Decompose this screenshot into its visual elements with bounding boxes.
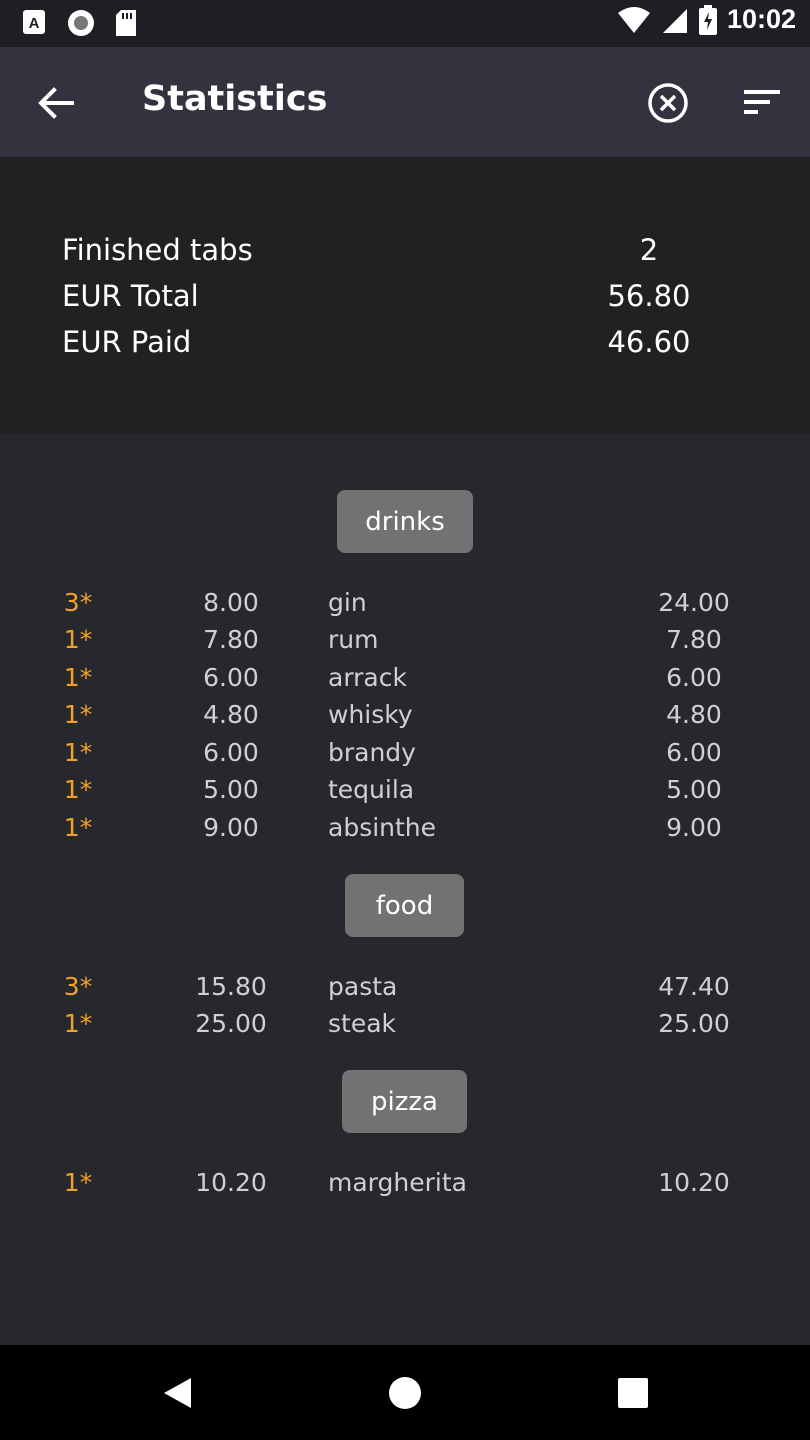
summary-value: 46.60 [607,325,691,359]
item-quantity: 1* [63,738,93,767]
item-total: 6.00 [666,738,722,767]
navigation-bar [0,1345,810,1440]
list-item: 1* 25.00 steak 25.00 [0,1009,810,1045]
item-total: 47.40 [658,972,730,1001]
svg-text:A: A [29,15,40,32]
clock-time: 10:02 [726,4,796,34]
status-left-icons: A [22,8,138,38]
close-circle-icon [648,83,688,123]
nav-recents-button[interactable] [615,1375,651,1411]
item-name: pasta [328,972,398,1001]
summary-label: EUR Paid [62,325,192,359]
item-unit-price: 9.00 [203,813,259,842]
item-name: arrack [328,663,407,692]
item-total: 24.00 [658,588,730,617]
summary-row-eur-total: EUR Total 56.80 [0,279,810,319]
list-item: 3* 15.80 pasta 47.40 [0,972,810,1008]
back-button[interactable] [36,85,76,121]
page-title: Statistics [142,79,328,119]
list-item: 1* 6.00 brandy 6.00 [0,738,810,774]
item-total: 5.00 [666,775,722,804]
item-name: absinthe [328,813,437,842]
item-total: 25.00 [658,1009,730,1038]
list-item: 1* 5.00 tequila 5.00 [0,775,810,811]
summary-value: 2 [639,233,659,267]
sd-card-icon [116,10,136,36]
status-bar: A 10:02 [0,0,810,47]
item-name: steak [328,1009,397,1038]
item-total: 7.80 [666,625,722,654]
sort-button[interactable] [742,87,782,117]
item-quantity: 1* [63,775,93,804]
arrow-back-icon [38,87,74,119]
item-total: 4.80 [666,700,722,729]
item-quantity: 1* [63,1168,93,1197]
item-quantity: 1* [63,813,93,842]
category-button-drinks[interactable]: drinks [337,490,473,553]
status-right-icons: 10:02 [617,4,796,35]
item-unit-price: 10.20 [195,1168,267,1197]
item-quantity: 1* [63,625,93,654]
summary-label: EUR Total [62,279,199,313]
item-quantity: 3* [63,972,93,1001]
sort-icon [744,90,780,114]
cellular-signal-icon [662,8,687,33]
item-name: tequila [328,775,415,804]
list-item: 3* 8.00 gin 24.00 [0,588,810,624]
accessibility-icon: A [23,10,45,34]
nav-home-button[interactable] [387,1375,423,1411]
item-name: gin [328,588,367,617]
item-unit-price: 6.00 [203,663,259,692]
category-button-pizza[interactable]: pizza [342,1070,467,1133]
item-name: margherita [328,1168,467,1197]
item-total: 10.20 [658,1168,730,1197]
list-item: 1* 10.20 margherita 10.20 [0,1168,810,1204]
item-total: 6.00 [666,663,722,692]
item-quantity: 1* [63,1009,93,1038]
wifi-icon [617,6,650,33]
home-circle-icon [389,1377,421,1409]
item-total: 9.00 [666,813,722,842]
summary-panel: Finished tabs 2 EUR Total 56.80 EUR Paid… [0,157,810,434]
app-bar: Statistics [0,47,810,157]
recents-square-icon [618,1378,648,1408]
item-quantity: 3* [63,588,93,617]
item-name: brandy [328,738,416,767]
item-unit-price: 15.80 [195,972,267,1001]
clear-statistics-button[interactable] [646,81,690,125]
summary-value: 56.80 [607,279,691,313]
item-unit-price: 7.80 [203,625,259,654]
item-name: whisky [328,700,413,729]
item-unit-price: 25.00 [195,1009,267,1038]
record-icon [68,10,94,36]
list-item: 1* 4.80 whisky 4.80 [0,700,810,736]
summary-label: Finished tabs [62,233,253,267]
nav-back-button[interactable] [159,1375,195,1411]
category-button-food[interactable]: food [345,874,464,937]
battery-charging-icon [698,4,717,35]
item-unit-price: 6.00 [203,738,259,767]
item-unit-price: 8.00 [203,588,259,617]
list-item: 1* 7.80 rum 7.80 [0,625,810,661]
summary-row-eur-paid: EUR Paid 46.60 [0,325,810,365]
list-item: 1* 6.00 arrack 6.00 [0,663,810,699]
summary-row-finished-tabs: Finished tabs 2 [0,233,810,273]
item-quantity: 1* [63,663,93,692]
item-unit-price: 4.80 [203,700,259,729]
back-triangle-icon [164,1378,191,1408]
item-unit-price: 5.00 [203,775,259,804]
item-name: rum [328,625,379,654]
item-quantity: 1* [63,700,93,729]
list-item: 1* 9.00 absinthe 9.00 [0,813,810,849]
